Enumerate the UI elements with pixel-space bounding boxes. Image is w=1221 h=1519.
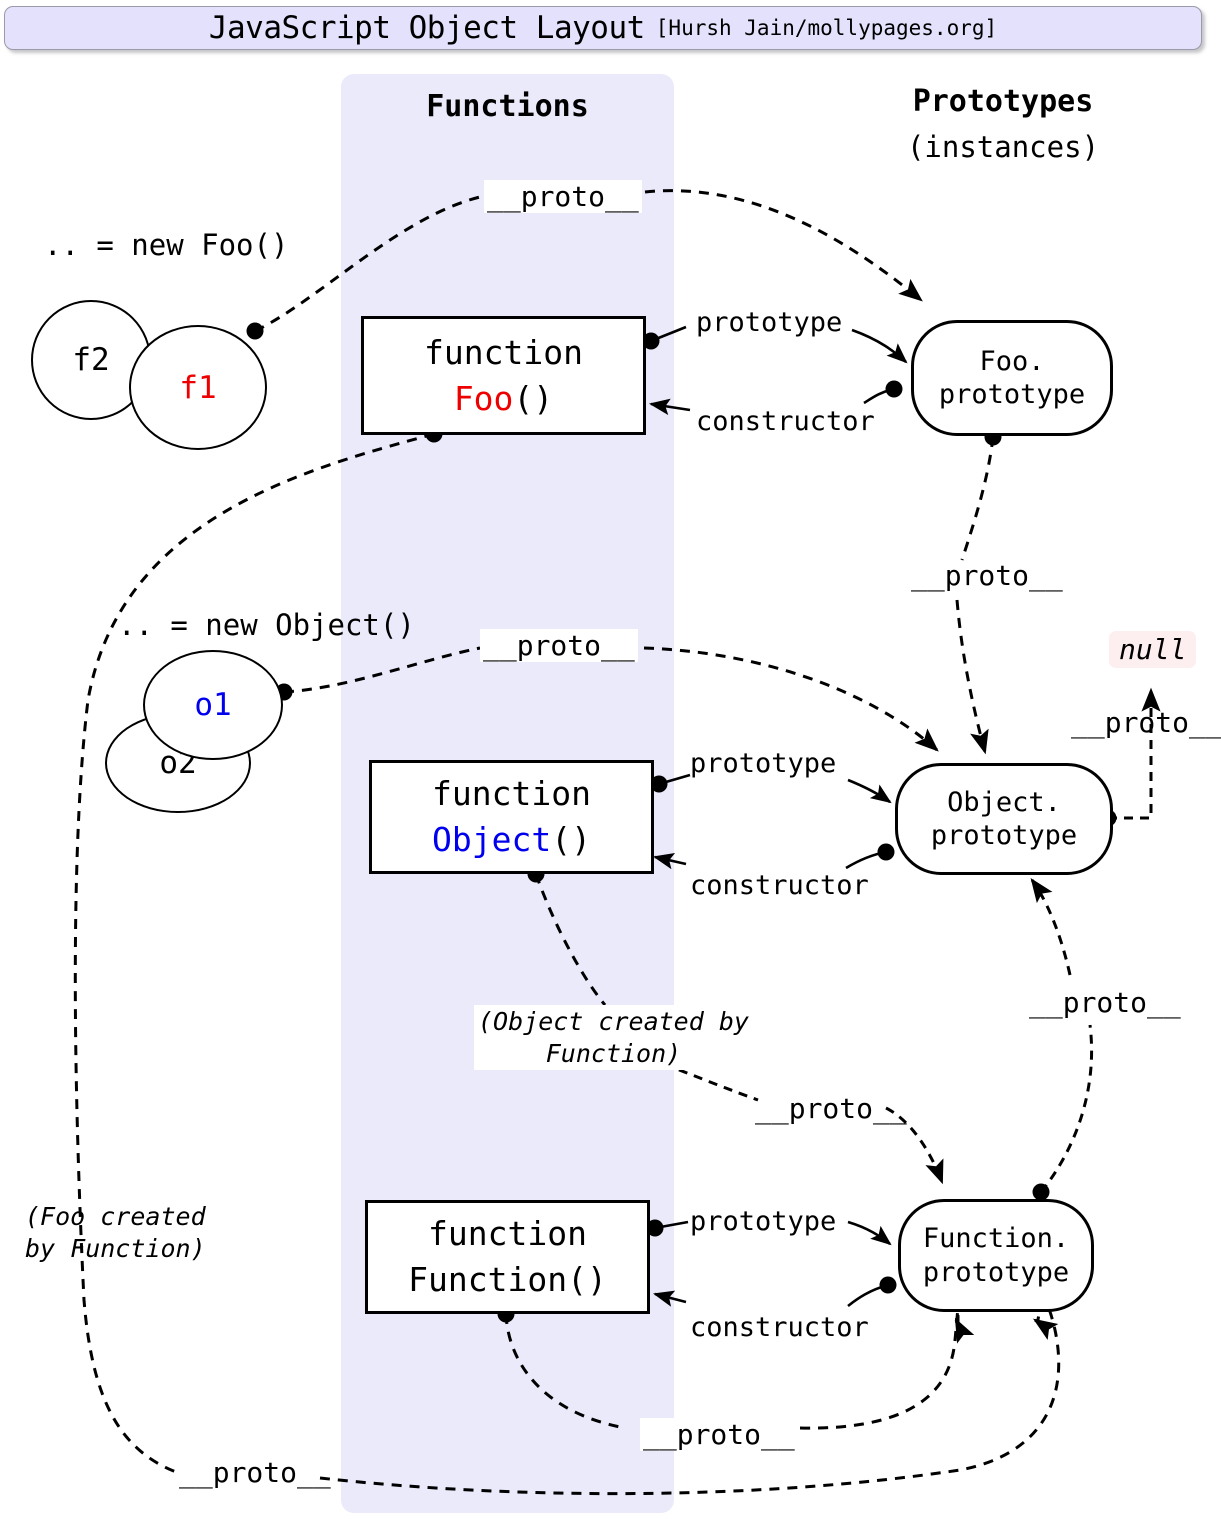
title-bar: JavaScript Object Layout [Hursh Jain/mol…	[4, 6, 1202, 50]
edge-label-proto-fooprototype: __proto__	[911, 559, 1063, 592]
function-box-object: function Object()	[369, 760, 654, 874]
note-foo-created-by-function: (Foo created by Function)	[21, 1200, 210, 1265]
functions-column-heading: Functions	[426, 89, 589, 124]
edge-label-proto-foo-function: __proto__	[179, 1456, 331, 1489]
edge-label-constructor-foo: constructor	[696, 406, 875, 437]
foo-instances-caption: .. = new Foo()	[44, 228, 289, 262]
prototype-line2: prototype	[930, 820, 1078, 851]
function-box-function: function Function()	[365, 1200, 650, 1314]
note-line2: by Function)	[25, 1233, 206, 1263]
title-credit: [Hursh Jain/mollypages.org]	[655, 16, 998, 40]
function-parens: ()	[513, 378, 554, 418]
function-box-foo: function Foo()	[361, 316, 646, 435]
instance-circle-o1: o1	[143, 650, 283, 760]
edge-label-proto-null: __proto__	[1071, 706, 1221, 739]
edge-label-proto-object-created: __proto__	[755, 1092, 907, 1125]
prototypes-column-heading: Prototypes	[912, 84, 1094, 119]
prototype-line1: Function.	[922, 1223, 1070, 1255]
note-line2: Function)	[545, 1038, 682, 1068]
edge-label-constructor-object: constructor	[690, 870, 869, 901]
prototypes-column-subheading: (instances)	[906, 130, 1100, 164]
edge-label-proto-f1: __proto__	[484, 180, 642, 213]
page-title: JavaScript Object Layout	[208, 10, 645, 46]
edge-label-proto-o1: __proto__	[480, 629, 638, 662]
null-value-chip: null	[1109, 631, 1197, 668]
function-keyword: function	[424, 332, 583, 372]
function-signature-function: Function()	[408, 1257, 607, 1303]
edge-label-prototype-object: prototype	[690, 748, 837, 779]
prototype-box-foo: Foo. prototype	[911, 320, 1113, 436]
edge-label-constructor-function: constructor	[690, 1312, 869, 1343]
function-name-function: Function	[408, 1260, 568, 1299]
prototype-box-function: Function. prototype	[898, 1199, 1094, 1312]
edge-label-prototype-foo: prototype	[696, 307, 843, 338]
instance-circle-f1: f1	[129, 325, 267, 450]
function-parens: ()	[567, 1260, 607, 1299]
note-line1: (Object created by	[478, 1007, 749, 1036]
object-instances-caption: .. = new Object()	[118, 608, 415, 642]
diagram-canvas: Foo.prototype (__proto__) --> Function.p…	[0, 0, 1221, 1519]
edge-label-prototype-function: prototype	[690, 1206, 837, 1237]
function-signature-object: Object()	[432, 817, 591, 863]
prototype-line2: prototype	[922, 1256, 1070, 1288]
function-name-object: Object	[432, 820, 552, 859]
function-keyword: function	[428, 1214, 587, 1254]
function-signature-foo: Foo()	[454, 376, 553, 422]
note-object-created-by-function: (Object created by Function)	[474, 1005, 753, 1070]
note-line1: (Foo created	[25, 1202, 206, 1231]
prototype-line2: prototype	[938, 379, 1086, 410]
prototype-line1: Object.	[947, 786, 1061, 818]
prototype-line1: Foo.	[979, 345, 1045, 377]
function-keyword: function	[432, 774, 591, 814]
prototype-box-object: Object. prototype	[895, 763, 1113, 875]
edge-label-proto-function-self: __proto__	[640, 1418, 798, 1451]
edge-label-proto-functionprototype-object: __proto__	[1029, 986, 1181, 1019]
function-parens: ()	[551, 820, 591, 859]
function-name-foo: Foo	[453, 378, 514, 418]
